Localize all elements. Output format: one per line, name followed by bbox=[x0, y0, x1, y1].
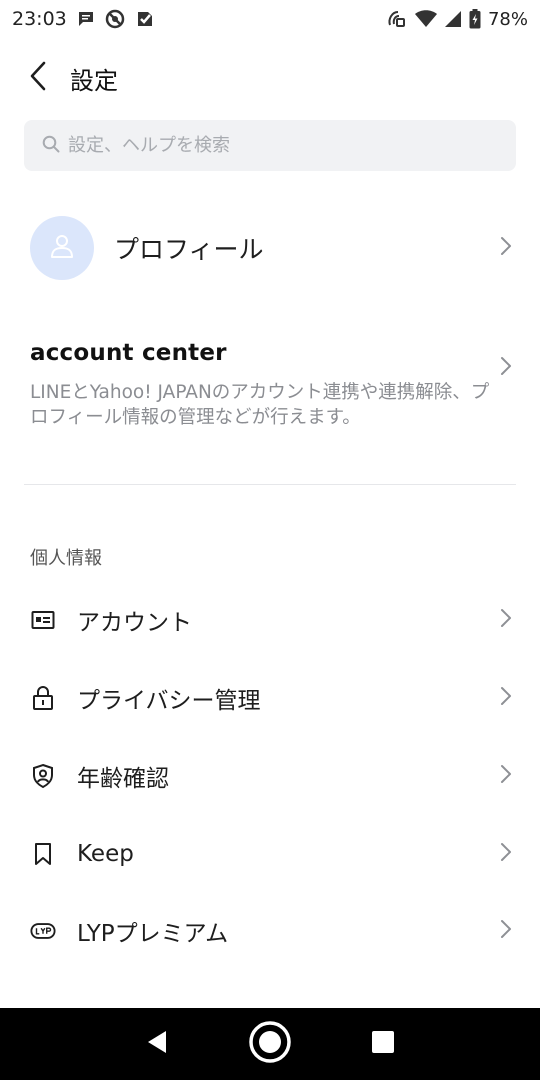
menu-item-lyp-premium[interactable]: LYPプレミアム bbox=[0, 901, 540, 961]
account-center-description: LINEとYahoo! JAPANのアカウント連携や連携解除、プロフィール情報の… bbox=[30, 382, 490, 428]
id-card-icon bbox=[30, 607, 56, 633]
home-circle-icon bbox=[248, 1020, 292, 1068]
battery-icon bbox=[469, 9, 481, 29]
chevron-right-icon bbox=[500, 356, 512, 380]
nfc-icon bbox=[386, 9, 408, 29]
chevron-left-icon bbox=[29, 61, 47, 95]
lyp-badge-icon bbox=[30, 918, 56, 944]
search-bar[interactable] bbox=[24, 120, 516, 171]
status-time: 23:03 bbox=[12, 8, 67, 30]
menu-item-privacy[interactable]: プライバシー管理 bbox=[0, 668, 540, 728]
navigation-bar bbox=[0, 1008, 540, 1080]
header: 設定 bbox=[0, 48, 540, 108]
chevron-right-icon bbox=[500, 919, 512, 943]
avatar bbox=[30, 216, 94, 280]
profile-row[interactable]: プロフィール bbox=[0, 208, 540, 288]
page-title: 設定 bbox=[70, 66, 118, 95]
battery-percent: 78% bbox=[487, 8, 528, 30]
chevron-right-icon bbox=[500, 686, 512, 710]
nav-home-button[interactable] bbox=[240, 1014, 300, 1074]
menu-item-label: アカウント bbox=[77, 610, 192, 636]
section-title-personal-info: 個人情報 bbox=[30, 548, 102, 569]
back-button[interactable] bbox=[8, 48, 68, 108]
square-recents-icon bbox=[372, 1031, 395, 1057]
shield-user-icon bbox=[30, 763, 56, 789]
no-disturb-icon bbox=[105, 9, 125, 29]
wifi-icon bbox=[414, 10, 437, 28]
cell-signal-icon bbox=[444, 10, 462, 28]
nav-recents-button[interactable] bbox=[353, 1014, 413, 1074]
search-icon bbox=[42, 135, 60, 157]
menu-item-label: Keep bbox=[77, 841, 134, 867]
search-input[interactable] bbox=[68, 135, 508, 156]
chevron-right-icon bbox=[500, 842, 512, 866]
nav-back-button[interactable] bbox=[127, 1014, 187, 1074]
bookmark-icon bbox=[30, 841, 56, 867]
menu-item-label: 年齢確認 bbox=[77, 766, 169, 792]
check-app-icon bbox=[135, 9, 155, 29]
menu-item-account[interactable]: アカウント bbox=[0, 590, 540, 650]
account-center-title: account center bbox=[30, 340, 227, 366]
user-icon bbox=[48, 232, 76, 264]
menu-item-label: LYPプレミアム bbox=[77, 921, 229, 947]
status-bar: 23:03 78% bbox=[0, 0, 540, 38]
account-center-row[interactable]: account center LINEとYahoo! JAPANのアカウント連携… bbox=[0, 340, 540, 430]
triangle-back-icon bbox=[146, 1030, 168, 1058]
menu-item-keep[interactable]: Keep bbox=[0, 824, 540, 884]
menu-item-age-verification[interactable]: 年齢確認 bbox=[0, 746, 540, 806]
chevron-right-icon bbox=[500, 236, 512, 260]
chevron-right-icon bbox=[500, 608, 512, 632]
profile-label: プロフィール bbox=[114, 235, 264, 264]
chevron-right-icon bbox=[500, 764, 512, 788]
divider bbox=[24, 484, 516, 485]
menu-item-label: プライバシー管理 bbox=[77, 688, 261, 714]
message-icon bbox=[77, 10, 95, 28]
lock-icon bbox=[30, 685, 56, 711]
